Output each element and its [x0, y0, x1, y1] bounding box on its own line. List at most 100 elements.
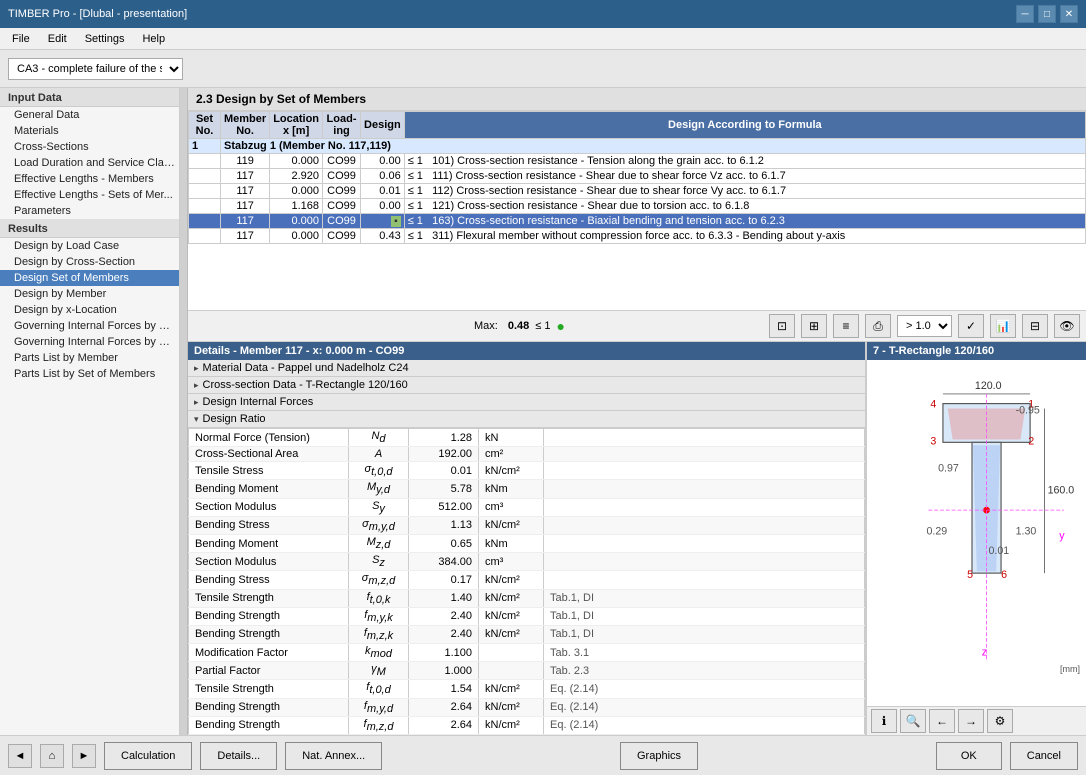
prev-button[interactable]: ←	[929, 709, 955, 733]
threshold-combo[interactable]: > 1.0 > 0.5	[897, 315, 952, 337]
menu-file[interactable]: File	[4, 31, 38, 47]
sidebar-item-parameters[interactable]: Parameters	[0, 203, 179, 219]
formula-cell: ≤ 1 112) Cross-section resistance - Shea…	[404, 184, 1085, 199]
sidebar-item-governing-s[interactable]: Governing Internal Forces by S...	[0, 334, 179, 350]
calculation-button[interactable]: Calculation	[104, 742, 192, 770]
nav-home-button[interactable]: ⌂	[40, 744, 64, 768]
view2-button[interactable]: 👁	[1054, 314, 1080, 338]
sidebar-item-parts-list-member[interactable]: Parts List by Member	[0, 350, 179, 366]
svg-text:-0.95: -0.95	[1016, 404, 1040, 416]
detail-row: Reduction Factor km 0.700 6.1.6	[189, 735, 865, 736]
sidebar-item-design-x-location[interactable]: Design by x-Location	[0, 302, 179, 318]
formula-cell: ≤ 1 163) Cross-section resistance - Biax…	[404, 214, 1085, 229]
svg-text:0.01: 0.01	[988, 545, 1009, 557]
menu-settings[interactable]: Settings	[77, 31, 133, 47]
design-cell: 0.43	[361, 229, 405, 244]
table-row[interactable]: 117 1.168 CO99 0.00 ≤ 1 121) Cross-secti…	[189, 199, 1086, 214]
design-ratio-section[interactable]: ▾ Design Ratio	[188, 411, 865, 428]
details-button[interactable]: Details...	[200, 742, 277, 770]
content-header: 2.3 Design by Set of Members	[188, 88, 1086, 111]
loading-cell: CO99	[323, 154, 361, 169]
case-combo[interactable]: CA3 - complete failure of the su...	[8, 58, 183, 80]
check-button[interactable]: ✓	[958, 314, 984, 338]
main-layout: Input Data General Data Materials Cross-…	[0, 88, 1086, 735]
sidebar-item-parts-list-set[interactable]: Parts List by Set of Members	[0, 366, 179, 382]
table-row[interactable]: 119 0.000 CO99 0.00 ≤ 1 101) Cross-secti…	[189, 154, 1086, 169]
detail-row: Section Modulus Sy 512.00 cm³	[189, 498, 865, 516]
location-cell: 1.168	[270, 199, 323, 214]
member-no-cell: 117	[221, 229, 270, 244]
sidebar-item-design-cross-section[interactable]: Design by Cross-Section	[0, 254, 179, 270]
table-row-selected[interactable]: 117 0.000 CO99 ▪ ≤ 1 163) Cross-section …	[189, 214, 1086, 229]
member-no-cell: 117	[221, 169, 270, 184]
formula-cell: ≤ 1 311) Flexural member without compres…	[404, 229, 1085, 244]
nat-annex-button[interactable]: Nat. Annex...	[285, 742, 382, 770]
table-options-button[interactable]: ⊞	[801, 314, 827, 338]
detail-ref	[544, 429, 865, 447]
sidebar-item-cross-sections[interactable]: Cross-Sections	[0, 139, 179, 155]
detail-row: Bending Stress σm,z,d 0.17 kN/cm²	[189, 571, 865, 589]
expand-icon: ▸	[194, 380, 199, 391]
sidebar-item-general-data[interactable]: General Data	[0, 107, 179, 123]
next-button[interactable]: →	[958, 709, 984, 733]
menu-edit[interactable]: Edit	[40, 31, 75, 47]
svg-text:0.29: 0.29	[926, 525, 947, 537]
sidebar: Input Data General Data Materials Cross-…	[0, 88, 180, 735]
zoom-in-button[interactable]: 🔍	[900, 709, 926, 733]
design-table-container[interactable]: SetNo. MemberNo. Locationx [m] Load-ing …	[188, 111, 1086, 311]
cross-section-data-section[interactable]: ▸ Cross-section Data - T-Rectangle 120/1…	[188, 377, 865, 394]
sidebar-item-design-load-case[interactable]: Design by Load Case	[0, 238, 179, 254]
material-data-section[interactable]: ▸ Material Data - Pappel und Nadelholz C…	[188, 360, 865, 377]
svg-text:0.97: 0.97	[938, 462, 959, 474]
design-internal-forces-section[interactable]: ▸ Design Internal Forces	[188, 394, 865, 411]
sort-button[interactable]: ≡	[833, 314, 859, 338]
chart-button[interactable]: 📊	[990, 314, 1016, 338]
sidebar-resize-handle[interactable]	[180, 88, 188, 735]
sidebar-item-governing-m[interactable]: Governing Internal Forces by M...	[0, 318, 179, 334]
sidebar-item-eff-lengths-members[interactable]: Effective Lengths - Members	[0, 171, 179, 187]
design-cell: ▪	[361, 214, 405, 229]
details-header: Details - Member 117 - x: 0.000 m - CO99	[188, 342, 865, 360]
table-row[interactable]: 117 2.920 CO99 0.06 ≤ 1 111) Cross-secti…	[189, 169, 1086, 184]
top-toolbar: CA3 - complete failure of the su...	[0, 50, 1086, 88]
table-row[interactable]: 117 0.000 CO99 0.43 ≤ 1 311) Flexural me…	[189, 229, 1086, 244]
location-cell: 2.920	[270, 169, 323, 184]
col-header-c: Locationx [m]	[270, 112, 323, 139]
set-no-cell	[189, 214, 221, 229]
menu-bar: File Edit Settings Help	[0, 28, 1086, 50]
sidebar-item-design-member[interactable]: Design by Member	[0, 286, 179, 302]
maximize-button[interactable]: □	[1038, 5, 1056, 23]
nav-back-button[interactable]: ◄	[8, 744, 32, 768]
view1-button[interactable]: ⊟	[1022, 314, 1048, 338]
max-row: Max: 0.48 ≤ 1 ● ⊡ ⊞ ≡ ⎙ > 1.0 > 0.5 ✓ 📊 …	[188, 311, 1086, 342]
info-button[interactable]: ℹ	[871, 709, 897, 733]
menu-help[interactable]: Help	[134, 31, 173, 47]
graphics-panel: 7 - T-Rectangle 120/160 y z 120.0	[866, 342, 1086, 735]
col-header-f: Design According to Formula	[404, 112, 1085, 139]
filter-button[interactable]: ⊡	[769, 314, 795, 338]
loading-cell: CO99	[323, 184, 361, 199]
detail-symbol: Nd	[349, 429, 409, 447]
graphics-button[interactable]: Graphics	[620, 742, 698, 770]
detail-row: Bending Moment Mz,d 0.65 kNm	[189, 534, 865, 552]
nav-forward-button[interactable]: ►	[72, 744, 96, 768]
app-title: TIMBER Pro - [Dlubal - presentation]	[8, 8, 187, 20]
ok-button[interactable]: OK	[936, 742, 1002, 770]
sidebar-item-eff-lengths-sets[interactable]: Effective Lengths - Sets of Mer...	[0, 187, 179, 203]
settings-graphics-button[interactable]: ⚙	[987, 709, 1013, 733]
max-label: Max:	[474, 320, 498, 332]
sidebar-item-materials[interactable]: Materials	[0, 123, 179, 139]
design-cell: 0.00	[361, 199, 405, 214]
minimize-button[interactable]: ─	[1016, 5, 1034, 23]
export-button[interactable]: ⎙	[865, 314, 891, 338]
sidebar-item-design-set-members[interactable]: Design Set of Members	[0, 270, 179, 286]
max-leq: ≤ 1	[535, 320, 550, 332]
close-button[interactable]: ✕	[1060, 5, 1078, 23]
content-area: 2.3 Design by Set of Members SetNo. Memb…	[188, 88, 1086, 735]
sidebar-item-load-duration[interactable]: Load Duration and Service Clas...	[0, 155, 179, 171]
table-row[interactable]: 117 0.000 CO99 0.01 ≤ 1 112) Cross-secti…	[189, 184, 1086, 199]
expand-icon: ▸	[194, 397, 199, 408]
cancel-button[interactable]: Cancel	[1010, 742, 1078, 770]
location-cell: 0.000	[270, 214, 323, 229]
collapse-icon: ▾	[194, 414, 199, 425]
